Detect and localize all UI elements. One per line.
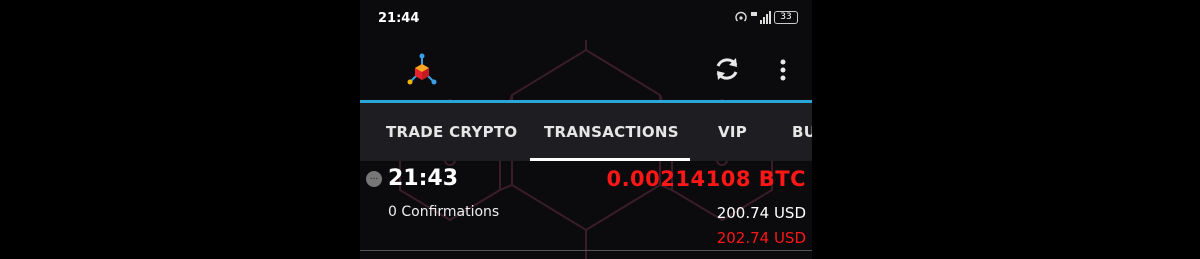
transaction-usd-value: 200.74 USD (716, 204, 806, 222)
tab-transactions[interactable]: TRANSACTIONS (544, 123, 679, 141)
signal-icon (751, 11, 771, 24)
app-bar (360, 40, 812, 100)
tab-bu[interactable]: BU (792, 123, 812, 141)
status-bar: 21:44 33 (360, 0, 812, 40)
row-divider (360, 250, 812, 251)
more-options-icon[interactable] (778, 58, 788, 82)
tab-vip[interactable]: VIP (718, 123, 747, 141)
status-icons: 33 (734, 11, 798, 24)
transaction-row[interactable]: ... 21:43 0.00214108 BTC 0 Confirmations… (360, 161, 812, 259)
tab-trade-crypto[interactable]: TRADE CRYPTO (386, 123, 518, 141)
transaction-usd-value-alt: 202.74 USD (716, 229, 806, 247)
status-time: 21:44 (378, 11, 420, 26)
transaction-time: 21:43 (388, 166, 459, 191)
battery-icon: 33 (774, 11, 798, 24)
transaction-confirmations: 0 Confirmations (388, 204, 500, 220)
hotspot-icon (735, 11, 747, 22)
transaction-amount: 0.00214108 BTC (606, 167, 806, 191)
app-logo-icon (407, 53, 437, 85)
pending-status-icon: ... (366, 171, 382, 187)
phone-screen: 21:44 33 TRADE CRYPTO TRANSACTIONS VIP B… (360, 0, 812, 259)
refresh-button[interactable] (712, 54, 742, 84)
tab-bar: TRADE CRYPTO TRANSACTIONS VIP BU (360, 103, 812, 161)
